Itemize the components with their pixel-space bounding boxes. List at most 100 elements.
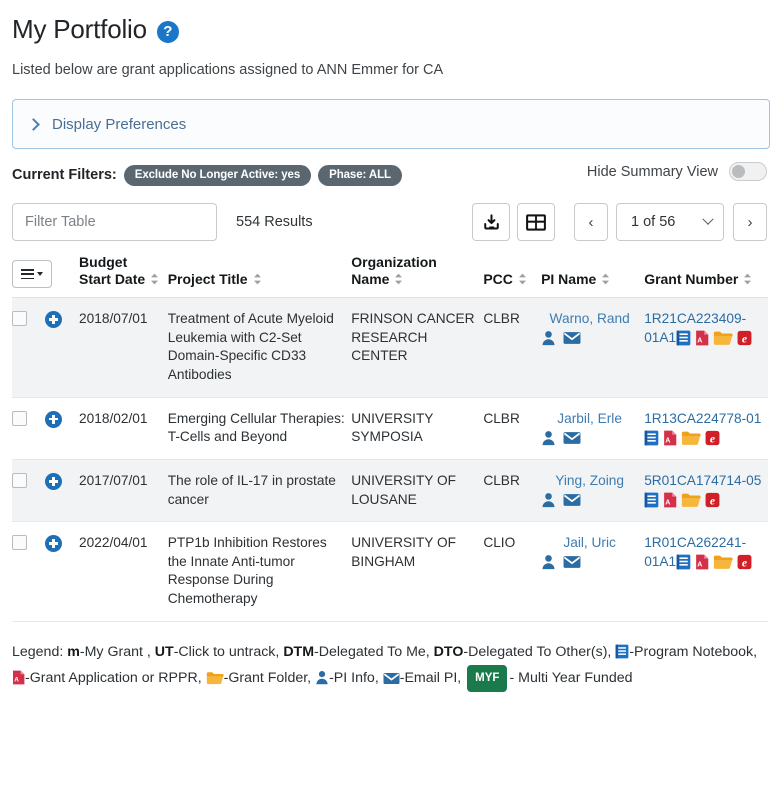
sort-icon[interactable] bbox=[518, 273, 527, 285]
svg-text:A: A bbox=[665, 500, 670, 507]
legend-key-dto: DTO bbox=[433, 643, 464, 660]
grant-number-link[interactable]: 1R13CA224778-01 bbox=[644, 411, 761, 426]
expand-row-icon[interactable] bbox=[45, 535, 62, 553]
filter-table-input[interactable] bbox=[12, 203, 217, 242]
era-commons-icon[interactable]: e bbox=[737, 330, 752, 346]
grant-number-link[interactable]: 5R01CA174714-05 bbox=[644, 473, 761, 488]
display-preferences-label: Display Preferences bbox=[52, 115, 187, 133]
cell-organization-name: UNIVERSITY SYMPOSIA bbox=[351, 397, 484, 460]
folder-icon[interactable] bbox=[713, 330, 733, 346]
cell-grant-number: 1R01CA262241-01A1 Ae bbox=[644, 521, 768, 622]
svg-text:e: e bbox=[710, 494, 715, 507]
legend-desc-grant-folder: -Grant Folder, bbox=[223, 669, 312, 686]
email-pi-icon[interactable] bbox=[563, 492, 581, 507]
folder-icon[interactable] bbox=[681, 492, 701, 507]
program-notebook-icon[interactable] bbox=[676, 554, 691, 570]
legend-prefix: Legend: bbox=[12, 643, 64, 660]
column-header-budget-start-date[interactable]: Budget Start Date bbox=[79, 254, 168, 299]
pi-info-icon[interactable] bbox=[541, 554, 556, 570]
era-commons-icon[interactable]: e bbox=[705, 492, 720, 507]
prev-page-button[interactable]: ‹ bbox=[574, 203, 608, 242]
email-pi-icon[interactable] bbox=[563, 330, 581, 345]
filter-pill-exclude-no-longer-active[interactable]: Exclude No Longer Active: yes bbox=[123, 164, 312, 186]
toolbar-actions: ‹ 1 of 56 › bbox=[472, 203, 767, 242]
cell-pi-name: Jail, Uric bbox=[541, 521, 645, 622]
document-icons: Ae bbox=[644, 430, 720, 446]
row-expand-cell bbox=[45, 521, 80, 622]
pdf-icon[interactable]: A bbox=[663, 429, 677, 446]
program-notebook-icon[interactable] bbox=[644, 429, 659, 446]
column-header-organization-name[interactable]: Organization Name bbox=[351, 254, 484, 299]
table-grid-icon[interactable] bbox=[517, 203, 555, 242]
page-title: My Portfolio bbox=[12, 14, 147, 44]
pi-actions bbox=[541, 554, 581, 570]
hide-summary-view-toggle[interactable] bbox=[729, 162, 767, 182]
legend-key-dtm: DTM bbox=[283, 643, 315, 660]
pi-info-icon bbox=[315, 670, 329, 686]
pi-info-icon[interactable] bbox=[541, 492, 556, 508]
legend-desc-grant-application: -Grant Application or RPPR, bbox=[25, 669, 202, 686]
row-checkbox[interactable] bbox=[12, 535, 27, 551]
program-notebook-icon[interactable] bbox=[644, 492, 659, 508]
help-icon[interactable]: ? bbox=[156, 20, 179, 43]
pdf-icon[interactable]: A bbox=[663, 492, 677, 508]
sort-icon[interactable] bbox=[743, 273, 752, 285]
legend-key-m: m bbox=[67, 643, 80, 660]
era-commons-icon[interactable]: e bbox=[705, 429, 720, 445]
email-pi-icon[interactable] bbox=[563, 554, 581, 569]
row-checkbox[interactable] bbox=[12, 311, 27, 327]
expand-row-icon[interactable] bbox=[45, 472, 62, 490]
row-expand-cell bbox=[45, 297, 80, 398]
cell-pcc: CLBR bbox=[483, 397, 542, 460]
pi-name-link[interactable]: Ying, Zoing bbox=[541, 472, 638, 491]
pi-info-icon[interactable] bbox=[541, 330, 556, 346]
document-icons: Ae bbox=[676, 554, 752, 570]
display-preferences-panel[interactable]: Display Preferences bbox=[12, 99, 770, 150]
column-header-pcc[interactable]: PCC bbox=[483, 254, 542, 299]
column-header-project-title[interactable]: Project Title bbox=[167, 254, 352, 299]
page-select[interactable]: 1 of 56 bbox=[616, 203, 724, 242]
cell-pi-name: Warno, Rand bbox=[541, 297, 645, 398]
next-page-button[interactable]: › bbox=[733, 203, 767, 242]
row-checkbox[interactable] bbox=[12, 472, 27, 488]
folder-icon[interactable] bbox=[713, 554, 733, 570]
cell-pi-name: Ying, Zoing bbox=[541, 459, 645, 523]
page-header: My Portfolio ? bbox=[12, 0, 770, 45]
pi-name-link[interactable]: Jarbil, Erle bbox=[541, 410, 638, 429]
pi-info-icon[interactable] bbox=[541, 429, 556, 445]
hamburger-menu-icon[interactable] bbox=[12, 260, 52, 289]
pi-name-link[interactable]: Warno, Rand bbox=[541, 310, 638, 329]
sort-icon[interactable] bbox=[253, 273, 262, 285]
legend-desc-email-pi: -Email PI, bbox=[399, 669, 462, 686]
sort-icon[interactable] bbox=[394, 273, 403, 285]
email-pi-icon[interactable] bbox=[563, 429, 581, 444]
email-pi-icon bbox=[383, 670, 400, 686]
page-subtitle: Listed below are grant applications assi… bbox=[12, 62, 444, 79]
table-column-menu-cell bbox=[12, 254, 80, 299]
sort-icon[interactable] bbox=[601, 273, 610, 285]
cell-pcc: CLIO bbox=[483, 521, 542, 622]
pi-actions bbox=[541, 492, 581, 508]
pdf-icon[interactable]: A bbox=[695, 330, 709, 346]
page-indicator: 1 of 56 bbox=[631, 214, 676, 231]
expand-row-icon[interactable] bbox=[45, 410, 62, 428]
sort-icon[interactable] bbox=[150, 273, 159, 285]
pdf-icon[interactable]: A bbox=[695, 554, 709, 570]
filter-pill-phase[interactable]: Phase: ALL bbox=[318, 164, 402, 186]
column-header-pi-name[interactable]: PI Name bbox=[541, 254, 645, 299]
download-icon[interactable] bbox=[472, 203, 510, 242]
column-label-pi-name: PI Name bbox=[541, 271, 597, 288]
expand-row-icon[interactable] bbox=[45, 311, 62, 329]
folder-icon[interactable] bbox=[681, 429, 701, 445]
legend-desc-pi-info: -PI Info, bbox=[329, 669, 379, 686]
legend-desc-program-notebook: -Program Notebook, bbox=[629, 643, 758, 660]
program-notebook-icon[interactable] bbox=[676, 330, 691, 346]
svg-text:A: A bbox=[665, 437, 670, 444]
pi-name-link[interactable]: Jail, Uric bbox=[541, 534, 638, 553]
row-checkbox[interactable] bbox=[12, 410, 27, 426]
column-header-grant-number[interactable]: Grant Number bbox=[644, 254, 768, 299]
chevron-down-icon bbox=[702, 213, 714, 225]
table-row: 2022/04/01 PTP1b Inhibition Restores the … bbox=[12, 521, 768, 622]
era-commons-icon[interactable]: e bbox=[737, 554, 752, 570]
burger-lines bbox=[21, 266, 34, 281]
